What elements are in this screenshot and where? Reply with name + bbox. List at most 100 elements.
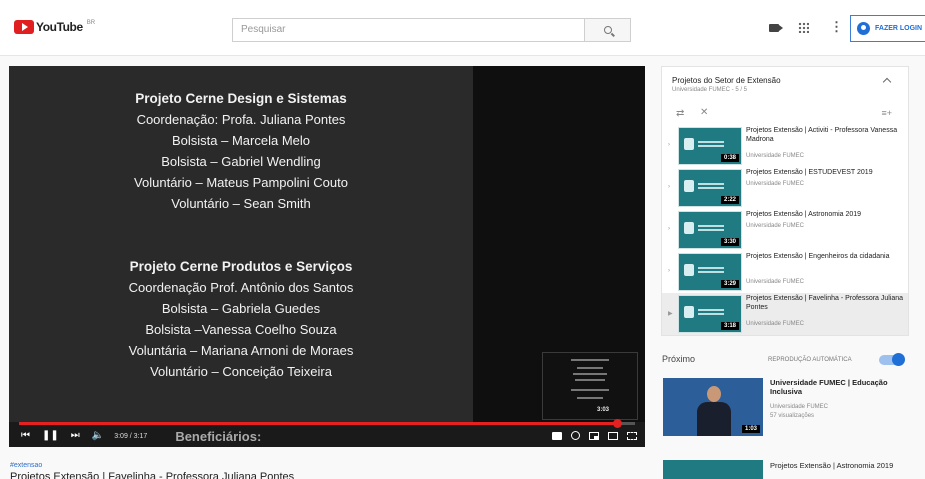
preview-time: 3:03 [596, 407, 609, 413]
credits-line: Voluntário – Sean Smith [171, 196, 311, 211]
credits-line: Voluntária – Mariana Arnoni de Moraes [128, 343, 354, 358]
next-video-thumbnail[interactable]: 1:03 [663, 378, 763, 436]
loop-icon[interactable]: ⇄ [676, 108, 684, 119]
next-video-title[interactable]: Universidade FUMEC | Educação Inclusiva [770, 378, 900, 396]
credits-line: Bolsista –Vanessa Coelho Souza [145, 322, 337, 337]
search-button[interactable] [585, 18, 631, 42]
fullscreen-icon[interactable] [627, 431, 637, 440]
playlist-item-marker: › [668, 142, 670, 148]
credits-block-design: Projeto Cerne Design e Sistemas Coordena… [9, 88, 473, 214]
credits-line: Bolsista – Marcela Melo [172, 133, 310, 148]
playlist-item-channel: Universidade FUMEC [746, 223, 805, 229]
credits-line: Bolsista – Gabriel Wendling [161, 154, 321, 169]
video-player[interactable]: Projeto Cerne Design e Sistemas Coordena… [9, 66, 645, 447]
playlist-panel: Projetos do Setor de Extensão Universida… [661, 66, 909, 336]
playlist-item-title[interactable]: Projetos Extensão | Engenheiros da cidad… [746, 253, 904, 262]
video-title: Projetos Extensão | Favelinha - Professo… [10, 471, 295, 479]
search-input[interactable]: Pesquisar [232, 18, 585, 42]
interpreter-head [707, 386, 721, 402]
playlist-item-thumbnail[interactable]: 3:18 [678, 295, 742, 333]
preview-line [575, 379, 605, 381]
autoplay-label: REPRODUÇÃO AUTOMÁTICA [768, 357, 852, 363]
next-video-views: 57 visualizações [770, 413, 815, 419]
settings-gear-icon[interactable] [571, 431, 580, 440]
duration-badge: 3:29 [720, 280, 739, 288]
playlist-item-channel: Universidade FUMEC [746, 153, 805, 159]
credits-block-products: Projeto Cerne Produtos e Serviços Coorde… [9, 256, 473, 382]
logo-country: BR [86, 20, 96, 26]
login-label: FAZER LOGIN [875, 25, 923, 32]
pause-icon[interactable]: ❚❚ [42, 431, 59, 441]
subtitles-icon[interactable] [552, 431, 562, 440]
toggle-knob [892, 353, 905, 366]
theater-mode-icon[interactable] [608, 431, 618, 440]
playlist-item[interactable]: › 2:22 Projetos Extensão | ESTUDEVEST 20… [662, 167, 908, 209]
credits-line: Coordenação: Profa. Juliana Pontes [136, 112, 346, 127]
more-options-icon[interactable]: ⋮ [830, 20, 843, 33]
recommended-video-title[interactable]: Projetos Extensão | Astronomia 2019 [770, 461, 910, 470]
shuffle-icon[interactable]: ✕ [700, 107, 708, 118]
hashtag-link[interactable]: #extensao [10, 462, 42, 469]
duration-badge: 3:30 [720, 238, 739, 246]
now-playing-icon: ▶ [668, 311, 673, 317]
search-icon [603, 26, 612, 34]
playlist-item[interactable]: › 3:30 Projetos Extensão | Astronomia 20… [662, 209, 908, 251]
interpreter-body [697, 402, 731, 436]
playlist-item[interactable]: › 0:38 Projetos Extensão | Activiti - Pr… [662, 125, 908, 167]
credits-line: Voluntário – Conceição Teixeira [150, 364, 332, 379]
playlist-item-channel: Universidade FUMEC [746, 321, 805, 327]
save-playlist-icon[interactable]: ≡+ [881, 108, 892, 118]
preview-line [571, 389, 609, 391]
duration-badge: 3:18 [720, 322, 739, 330]
duration-badge: 0:38 [720, 154, 739, 162]
playlist-item-thumbnail[interactable]: 3:30 [678, 211, 742, 249]
playlist-item-channel: Universidade FUMEC [746, 181, 805, 187]
recommended-video-thumbnail[interactable] [663, 460, 763, 479]
playlist-item-title[interactable]: Projetos Extensão | Activiti - Professor… [746, 127, 904, 144]
credits-line: Coordenação Prof. Antônio dos Santos [128, 280, 354, 295]
playlist-item-channel: Universidade FUMEC [746, 279, 805, 285]
player-controls: ⏮ ❚❚ ⏭ 🔈 3:09 / 3:17 Beneficiários: [9, 425, 645, 447]
youtube-logo[interactable]: YouTube BR [14, 20, 95, 34]
playlist-item-title[interactable]: Projetos Extensão | ESTUDEVEST 2019 [746, 169, 904, 178]
preview-line [573, 373, 607, 375]
video-frame-credits: Projeto Cerne Design e Sistemas Coordena… [9, 66, 473, 422]
playlist-item-thumbnail[interactable]: 3:29 [678, 253, 742, 291]
playlist-item-title[interactable]: Projetos Extensão | Astronomia 2019 [746, 211, 904, 220]
playlist-title[interactable]: Projetos do Setor de Extensão [672, 76, 781, 85]
previous-icon[interactable]: ⏮ [21, 431, 30, 441]
playlist-item-thumbnail[interactable]: 0:38 [678, 127, 742, 165]
video-overlay-caption: Beneficiários: [175, 428, 262, 444]
create-video-icon[interactable] [769, 24, 783, 32]
duration-badge: 1:03 [741, 425, 760, 433]
autoplay-toggle[interactable] [879, 353, 905, 366]
scrub-preview-thumbnail: 3:03 [542, 352, 638, 420]
player-right-controls [552, 431, 637, 440]
playlist-subtitle: Universidade FUMEC - 5 / 5 [672, 87, 748, 93]
preview-line [571, 359, 609, 361]
volume-icon[interactable]: 🔈 [92, 431, 104, 441]
playlist-item-current[interactable]: ▶ 3:18 Projetos Extensão | Favelinha - P… [662, 293, 908, 335]
login-button[interactable]: FAZER LOGIN [850, 15, 925, 42]
next-icon[interactable]: ⏭ [71, 431, 80, 441]
next-video-channel: Universidade FUMEC [770, 404, 829, 410]
playlist-item-marker: › [668, 268, 670, 274]
preview-line [577, 397, 603, 399]
playlist-item-thumbnail[interactable]: 2:22 [678, 169, 742, 207]
preview-line [577, 367, 603, 369]
account-icon [857, 22, 870, 35]
credits-heading: Projeto Cerne Produtos e Serviços [129, 259, 353, 274]
duration-badge: 2:22 [720, 196, 739, 204]
credits-line: Bolsista – Gabriela Guedes [161, 301, 321, 316]
time-display: 3:09 / 3:17 [114, 432, 148, 440]
miniplayer-icon[interactable] [589, 431, 599, 440]
credits-line: Voluntário – Mateus Pampolini Couto [134, 175, 348, 190]
apps-grid-icon[interactable] [798, 22, 809, 33]
up-next-label: Próximo [662, 354, 696, 364]
youtube-play-icon [14, 20, 34, 34]
collapse-chevron-icon[interactable] [882, 77, 892, 87]
playlist-item-title[interactable]: Projetos Extensão | Favelinha - Professo… [746, 295, 904, 312]
logo-text: YouTube [36, 20, 83, 34]
top-bar: YouTube BR Pesquisar ⋮ FAZER LOGIN [0, 0, 925, 56]
playlist-item[interactable]: › 3:29 Projetos Extensão | Engenheiros d… [662, 251, 908, 293]
